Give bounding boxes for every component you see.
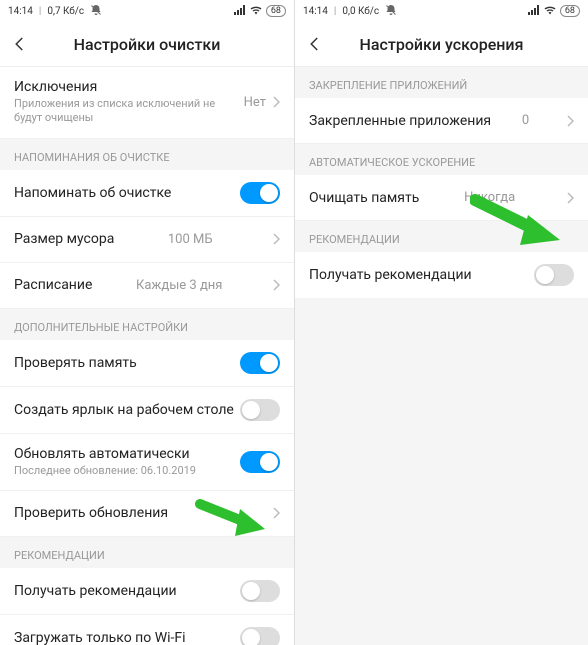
back-button[interactable] [8, 32, 32, 56]
chevron-icon [566, 115, 574, 127]
reminder-toggle[interactable] [240, 182, 280, 204]
check-updates-label: Проверить обновления [14, 505, 168, 521]
schedule-value: Каждые 3 дня [136, 278, 222, 293]
check-memory-row[interactable]: Проверять память [0, 340, 294, 387]
section-recs: РЕКОМЕНДАЦИИ [295, 221, 588, 252]
get-recs-row[interactable]: Получать рекомендации [0, 568, 294, 615]
get-recs-label: Получать рекомендации [309, 267, 472, 283]
page-title: Настройки очистки [32, 35, 262, 54]
get-recs-toggle[interactable] [534, 264, 574, 286]
auto-update-row[interactable]: Обновлять автоматически Последнее обновл… [0, 434, 294, 491]
status-time: 14:14 [8, 6, 33, 17]
clear-memory-label: Очищать память [309, 190, 419, 206]
wifi-icon [544, 5, 556, 18]
chevron-icon [272, 279, 280, 291]
shortcut-row[interactable]: Создать ярлык на рабочем столе [0, 387, 294, 434]
wifi-only-row[interactable]: Загружать только по Wi-Fi [0, 615, 294, 645]
back-button[interactable] [303, 32, 327, 56]
auto-update-toggle[interactable] [240, 451, 280, 473]
dnd-icon [385, 4, 397, 19]
chevron-icon [272, 233, 280, 245]
section-recs: РЕКОМЕНДАЦИИ [0, 537, 294, 568]
reminder-row[interactable]: Напоминать об очистке [0, 170, 294, 217]
shortcut-label: Создать ярлык на рабочем столе [14, 402, 234, 418]
status-speed: 0,0 Кб/с [342, 6, 379, 17]
status-speed: 0,7 Кб/с [47, 6, 84, 17]
exclusions-sub: Приложения из списка исключений не будут… [14, 97, 244, 126]
battery-indicator: 68 [266, 5, 286, 17]
wifi-only-toggle[interactable] [240, 627, 280, 645]
header: Настройки очистки [0, 22, 294, 67]
status-time: 14:14 [303, 6, 328, 17]
trash-size-value: 100 МБ [168, 232, 213, 247]
pinned-apps-label: Закрепленные приложения [309, 113, 491, 129]
get-recs-label: Получать рекомендации [14, 583, 177, 599]
signal-icon [528, 5, 540, 18]
chevron-icon [272, 96, 280, 108]
trash-size-row[interactable]: Размер мусора 100 МБ [0, 217, 294, 263]
section-reminders: НАПОМИНАНИЯ ОБ ОЧИСТКЕ [0, 139, 294, 170]
check-updates-row[interactable]: Проверить обновления [0, 491, 294, 537]
wifi-only-label: Загружать только по Wi-Fi [14, 630, 186, 645]
exclusions-row[interactable]: Исключения Приложения из списка исключен… [0, 67, 294, 139]
signal-icon [234, 5, 246, 18]
clear-memory-row[interactable]: Очищать память Никогда [295, 175, 588, 221]
auto-update-sub: Последнее обновление: 06.10.2019 [14, 464, 240, 478]
wifi-icon [250, 5, 262, 18]
clear-memory-value: Никогда [464, 190, 515, 205]
section-pinned: ЗАКРЕПЛЕНИЕ ПРИЛОЖЕНИЙ [295, 67, 588, 98]
screen-cleaning-settings: 14:14 | 0,7 Кб/с 68 Настройки очистки Ис… [0, 0, 294, 645]
check-memory-label: Проверять память [14, 355, 137, 371]
schedule-label: Расписание [14, 277, 92, 293]
section-extra: ДОПОЛНИТЕЛЬНЫЕ НАСТРОЙКИ [0, 309, 294, 340]
exclusions-value: Нет [244, 95, 266, 110]
header: Настройки ускорения [295, 22, 588, 67]
pinned-apps-value: 0 [522, 113, 529, 128]
check-memory-toggle[interactable] [240, 352, 280, 374]
page-title: Настройки ускорения [327, 35, 556, 54]
chevron-icon [566, 192, 574, 204]
reminder-label: Напоминать об очистке [14, 185, 171, 201]
get-recs-row[interactable]: Получать рекомендации [295, 252, 588, 298]
status-bar: 14:14 | 0,0 Кб/с 68 [295, 0, 588, 22]
auto-update-label: Обновлять автоматически [14, 446, 240, 462]
status-bar: 14:14 | 0,7 Кб/с 68 [0, 0, 294, 22]
section-auto: АВТОМАТИЧЕСКОЕ УСКОРЕНИЕ [295, 144, 588, 175]
battery-indicator: 68 [560, 5, 580, 17]
exclusions-label: Исключения [14, 79, 244, 95]
dnd-icon [90, 4, 102, 19]
chevron-icon [272, 507, 280, 519]
shortcut-toggle[interactable] [240, 399, 280, 421]
schedule-row[interactable]: Расписание Каждые 3 дня [0, 263, 294, 309]
trash-size-label: Размер мусора [14, 231, 114, 247]
pinned-apps-row[interactable]: Закрепленные приложения 0 [295, 98, 588, 144]
get-recs-toggle[interactable] [240, 580, 280, 602]
screen-boost-settings: 14:14 | 0,0 Кб/с 68 Настройки ускорения … [294, 0, 588, 645]
